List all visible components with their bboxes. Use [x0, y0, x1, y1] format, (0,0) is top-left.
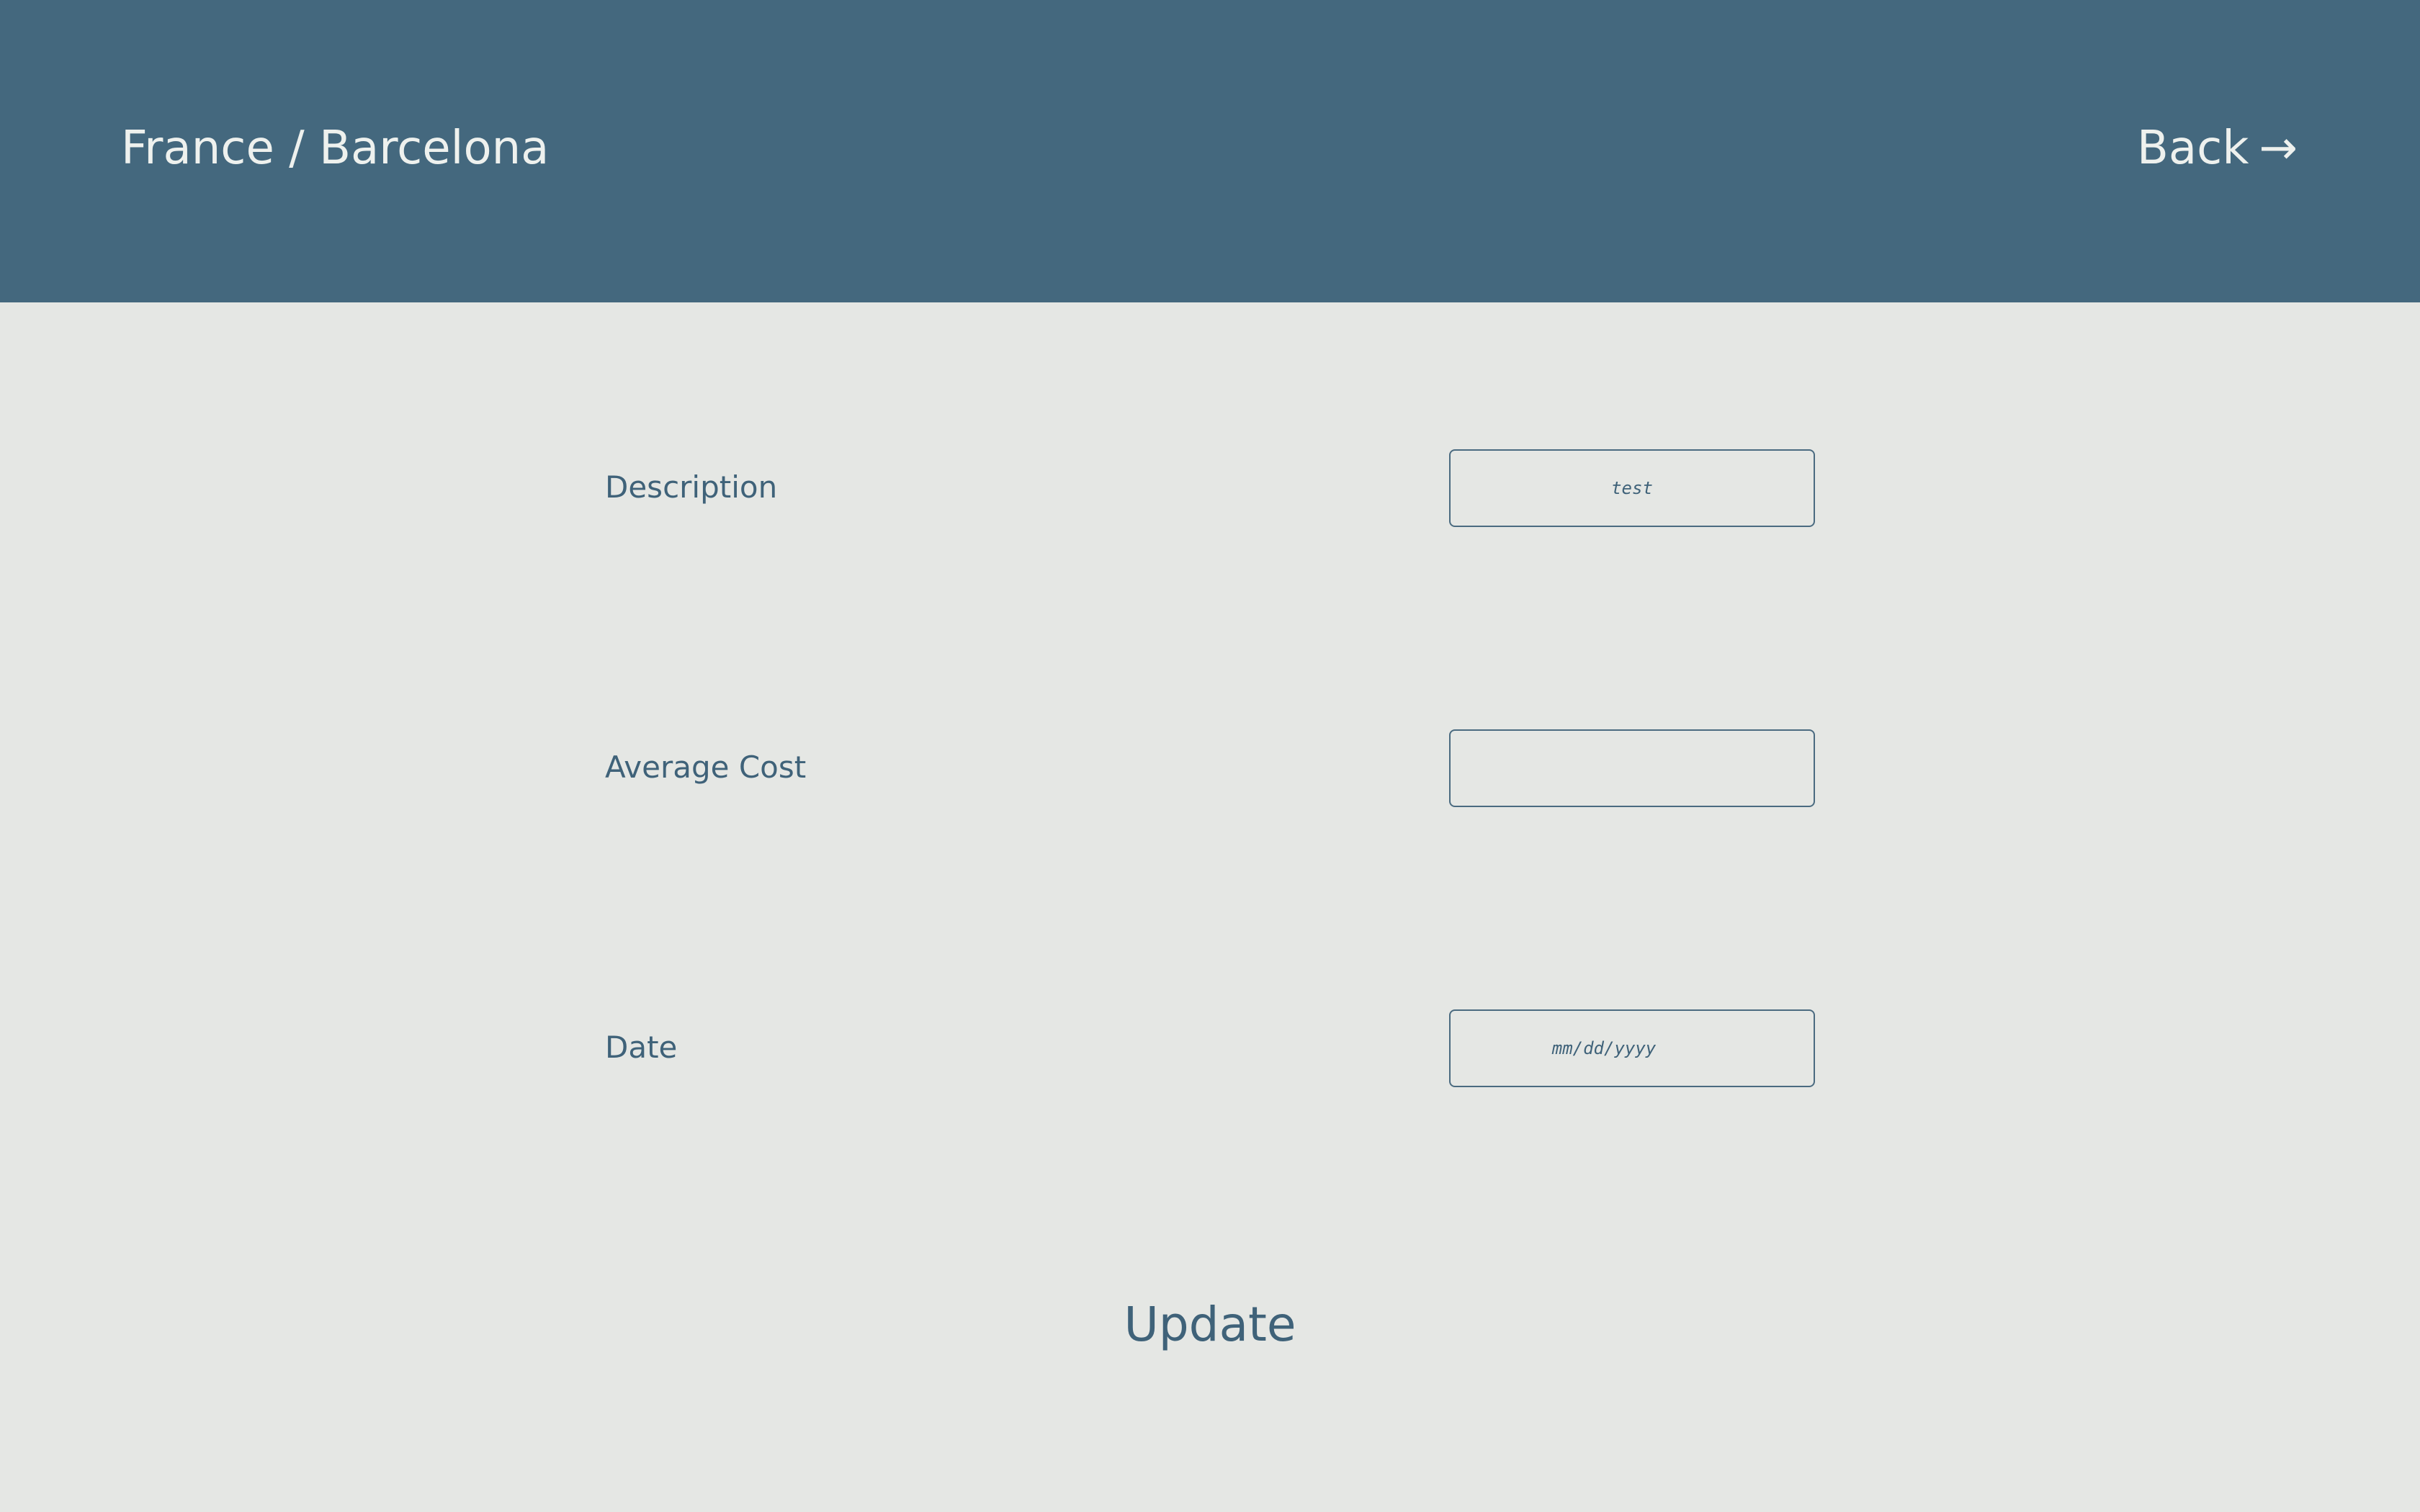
- description-input[interactable]: [1449, 449, 1815, 527]
- top-header: France / Barcelona Back →: [0, 0, 2420, 302]
- update-button[interactable]: Update: [0, 1296, 2420, 1353]
- back-label: Back: [2137, 122, 2249, 175]
- date-input[interactable]: [1449, 1009, 1815, 1087]
- date-label: Date: [605, 1030, 678, 1065]
- average-cost-label: Average Cost: [605, 750, 807, 785]
- average-cost-input[interactable]: [1449, 729, 1815, 807]
- breadcrumb: France / Barcelona: [121, 122, 550, 175]
- back-link[interactable]: Back →: [2137, 121, 2298, 176]
- arrow-right-icon: →: [2259, 122, 2298, 175]
- description-label: Description: [605, 469, 778, 505]
